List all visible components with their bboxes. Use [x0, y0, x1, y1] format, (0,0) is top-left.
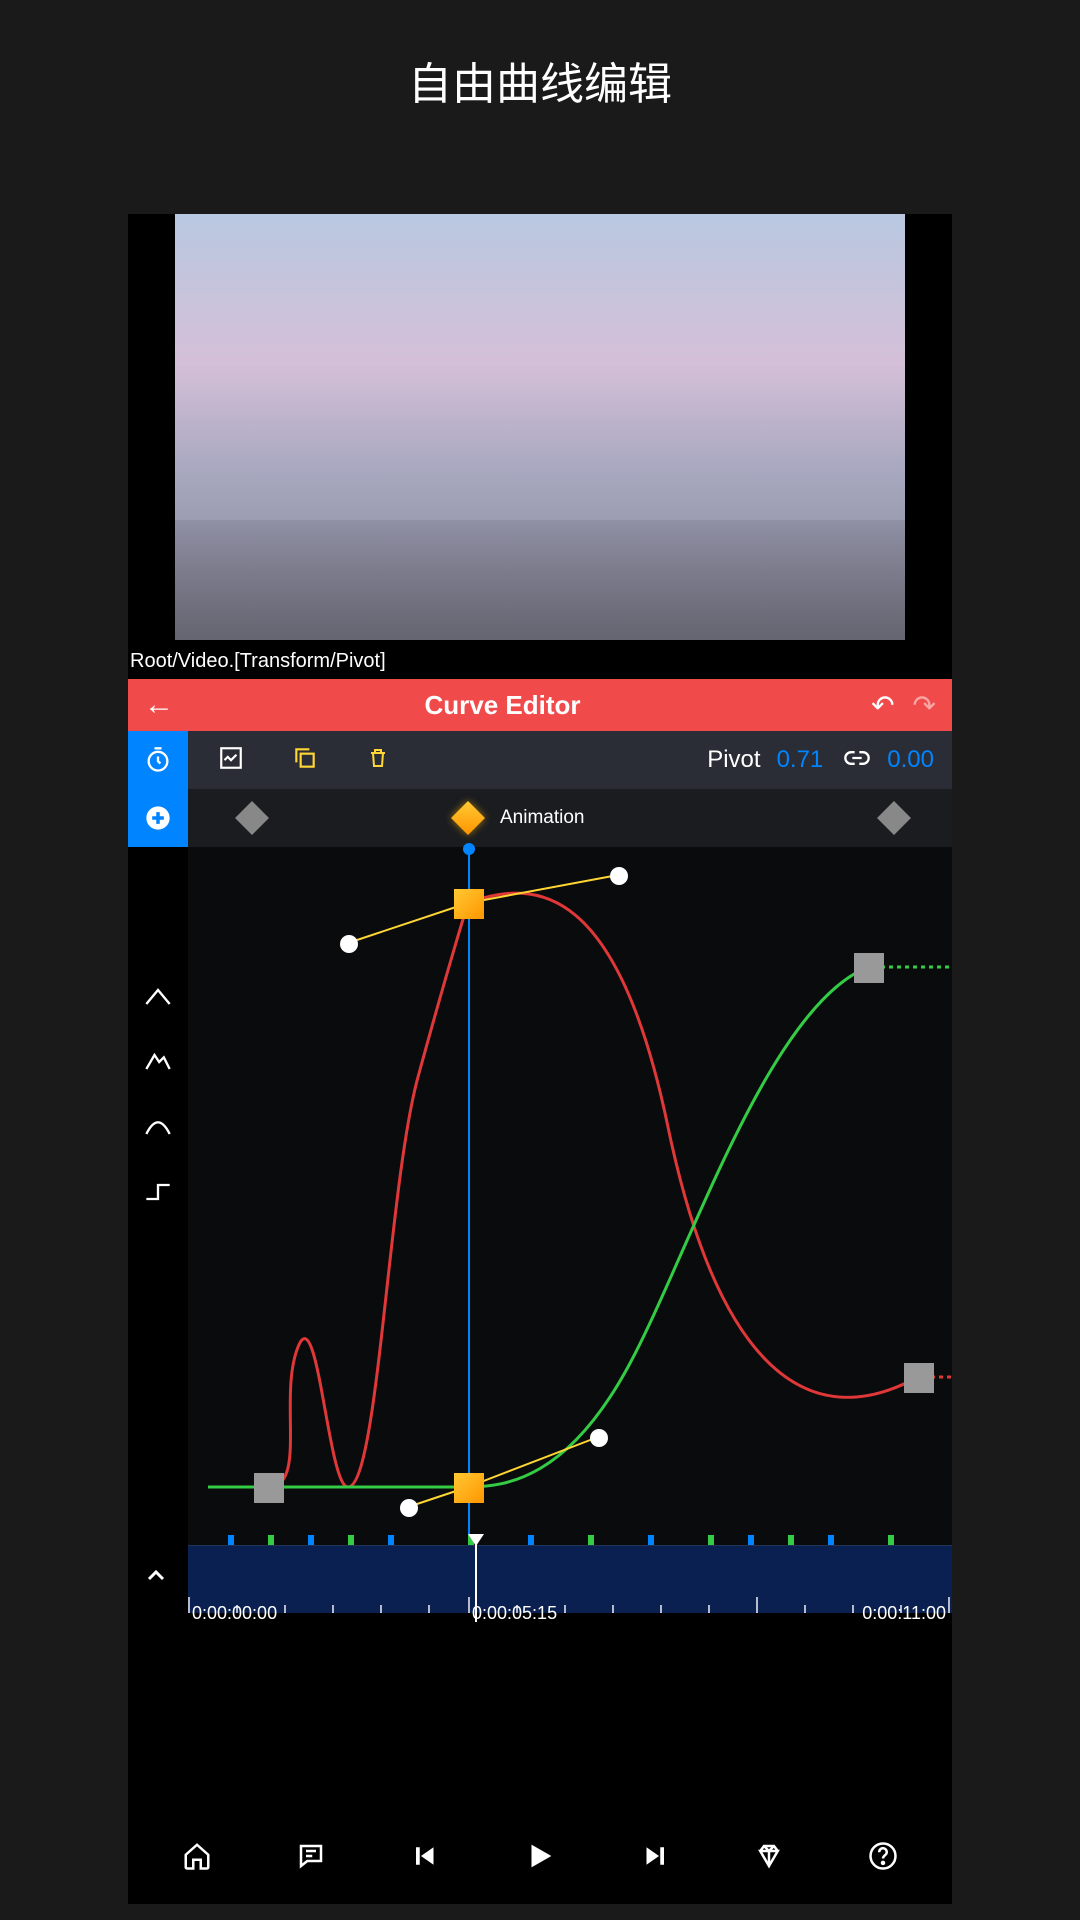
help-icon[interactable]: [859, 1832, 907, 1880]
pivot-value[interactable]: 0.71: [777, 746, 824, 774]
keyframe-handle[interactable]: [904, 1363, 934, 1393]
add-keyframe-button[interactable]: [128, 789, 188, 847]
stopwatch-icon[interactable]: [128, 731, 188, 789]
toolbar: Pivot 0.71 0.00: [128, 731, 952, 789]
diamond-icon[interactable]: [745, 1832, 793, 1880]
breadcrumb-path: Root/Video.[Transform/Pivot]: [128, 640, 952, 679]
bezier-handle[interactable]: [590, 1429, 608, 1447]
timeline[interactable]: 0:00:00:00 0:00:05:15 0:00:11:00: [188, 1545, 952, 1613]
curve-peak-icon[interactable]: [144, 987, 172, 1012]
bottom-bar: [128, 1826, 952, 1886]
curve-tools: [128, 987, 188, 1207]
bezier-handle[interactable]: [340, 935, 358, 953]
graph-icon[interactable]: [218, 745, 244, 776]
copy-icon[interactable]: [292, 745, 318, 776]
animation-label: Animation: [500, 807, 585, 829]
redo-icon[interactable]: ↷: [913, 689, 936, 722]
curve-mountain-icon[interactable]: [144, 1052, 172, 1077]
timeline-playhead[interactable]: [468, 1534, 484, 1546]
keyframe-marker[interactable]: [877, 801, 911, 835]
home-icon[interactable]: [173, 1832, 221, 1880]
curve-svg: [188, 847, 952, 1535]
curve-arc-icon[interactable]: [144, 1117, 172, 1142]
page-title: 自由曲线编辑: [0, 0, 1080, 172]
keyframe-handle[interactable]: [254, 1473, 284, 1503]
step-back-icon[interactable]: [402, 1832, 450, 1880]
editor-title: Curve Editor: [152, 690, 853, 721]
keyframe-marker-active[interactable]: [451, 801, 485, 835]
trash-icon[interactable]: [366, 745, 390, 776]
pivot-label: Pivot: [707, 746, 760, 774]
curve-step-icon[interactable]: [144, 1182, 172, 1207]
keyframe-handle-active[interactable]: [454, 889, 484, 919]
chevron-up-icon[interactable]: [144, 1564, 168, 1593]
keyframe-handle[interactable]: [854, 953, 884, 983]
editor-header: ← Curve Editor ↶ ↷: [128, 679, 952, 731]
play-icon[interactable]: [516, 1832, 564, 1880]
app-frame: Root/Video.[Transform/Pivot] ← Curve Edi…: [128, 214, 952, 1904]
keyframe-marker[interactable]: [235, 801, 269, 835]
link-value[interactable]: 0.00: [887, 746, 934, 774]
comments-icon[interactable]: [287, 1832, 335, 1880]
keyframe-row: Animation: [128, 789, 952, 847]
step-forward-icon[interactable]: [630, 1832, 678, 1880]
timeline-markers: [188, 1535, 952, 1545]
curve-editor-area[interactable]: [188, 847, 952, 1535]
link-icon[interactable]: [843, 744, 871, 777]
keyframe-handle-active[interactable]: [454, 1473, 484, 1503]
undo-icon[interactable]: ↶: [871, 689, 894, 722]
video-preview[interactable]: [175, 214, 905, 640]
bezier-handle[interactable]: [400, 1499, 418, 1517]
bezier-handle[interactable]: [610, 867, 628, 885]
